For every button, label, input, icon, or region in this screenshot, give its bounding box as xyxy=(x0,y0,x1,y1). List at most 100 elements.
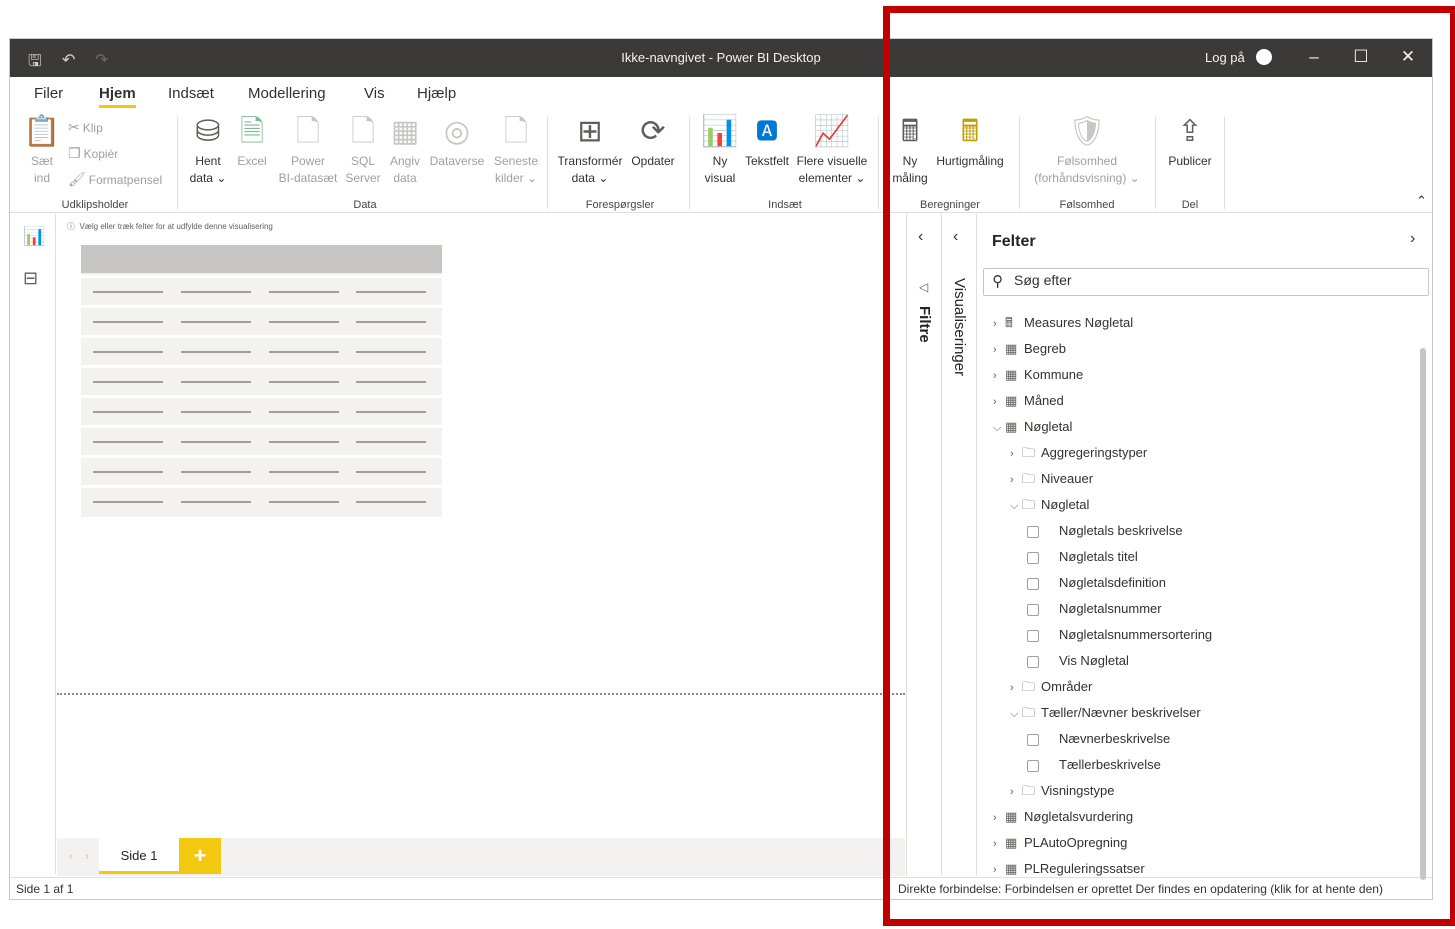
collapse-ribbon-icon[interactable]: ⌃ xyxy=(1416,193,1427,209)
copy-button[interactable]: ❐ Kopiér xyxy=(68,145,118,162)
folder-item[interactable]: ⌵ 🗀 Tæller/Nævner beskrivelser xyxy=(1010,700,1201,726)
table-item[interactable]: › ▦ PLAutoOpregning xyxy=(993,830,1127,856)
field-item[interactable]: Nævnerbeskrivelse xyxy=(1027,726,1170,752)
field-checkbox[interactable] xyxy=(1027,525,1039,538)
chevron-right-icon[interactable]: › xyxy=(1010,441,1022,467)
sql-server-button[interactable]: 🗋 SQL Server xyxy=(344,115,382,187)
chevron-right-icon[interactable]: › xyxy=(993,337,1005,363)
textbox-button[interactable]: 🅰 Tekstfelt xyxy=(742,115,792,170)
placeholder-line xyxy=(356,501,426,503)
folder-item[interactable]: › 🗀 Områder xyxy=(1010,674,1092,700)
report-view-icon[interactable]: 📊 xyxy=(23,226,45,247)
table-visual-row xyxy=(81,305,442,331)
refresh-button[interactable]: ⟳ Opdater xyxy=(628,115,678,170)
cut-button[interactable]: ✂ Klip xyxy=(68,119,103,136)
table-item[interactable]: › ▦ Nøgletalsvurdering xyxy=(993,804,1133,830)
chevron-right-icon[interactable]: › xyxy=(993,831,1005,857)
report-canvas[interactable]: ⓘ Vælg eller træk felter for at udfylde … xyxy=(57,214,905,838)
field-label: Måned xyxy=(1024,393,1064,408)
field-checkbox[interactable] xyxy=(1027,629,1039,642)
chevron-right-icon[interactable]: › xyxy=(1010,779,1022,805)
excel-button[interactable]: 🗎 Excel xyxy=(234,115,270,170)
folder-item[interactable]: › 🗀 Niveauer xyxy=(1010,466,1093,492)
chevron-down-icon[interactable]: ⌵ xyxy=(1010,493,1022,519)
field-checkbox[interactable] xyxy=(1027,733,1039,746)
field-checkbox[interactable] xyxy=(1027,655,1039,668)
field-checkbox[interactable] xyxy=(1027,577,1039,590)
visualizations-pane-collapsed[interactable]: ‹ Visualiseringer xyxy=(942,214,977,876)
more-visuals-button[interactable]: 📈 Flere visuelle elementer ⌄ xyxy=(794,115,870,187)
folder-item[interactable]: › 🗀 Aggregeringstyper xyxy=(1010,440,1147,466)
minimize-icon[interactable]: – xyxy=(1304,47,1324,67)
close-icon[interactable]: ✕ xyxy=(1398,47,1418,67)
field-label: Nøgletalsnummer xyxy=(1059,601,1162,616)
avatar[interactable] xyxy=(1256,49,1272,65)
model-view-icon[interactable]: ⊟ xyxy=(23,268,38,289)
recent-sources-button[interactable]: 🗋 Seneste kilder ⌄ xyxy=(488,115,544,187)
table-item[interactable]: › ▦ Kommune xyxy=(993,362,1083,388)
field-checkbox[interactable] xyxy=(1027,759,1039,772)
field-item[interactable]: Tællerbeskrivelse xyxy=(1027,752,1161,778)
prev-page-icon[interactable]: ‹ xyxy=(69,849,73,863)
chevron-right-icon[interactable]: › xyxy=(993,389,1005,415)
table-item[interactable]: › ▦ Begreb xyxy=(993,336,1066,362)
field-checkbox[interactable] xyxy=(1027,603,1039,616)
chevron-left-icon[interactable]: ‹ xyxy=(953,228,958,246)
chevron-right-icon[interactable]: › xyxy=(993,311,1005,337)
tab-modellering[interactable]: Modellering xyxy=(248,85,326,102)
table-item[interactable]: › ▦ Måned xyxy=(993,388,1064,414)
chevron-right-icon[interactable]: › xyxy=(1010,675,1022,701)
chevron-down-icon[interactable]: ⌵ xyxy=(1010,701,1022,727)
dataverse-button[interactable]: ◎ Dataverse xyxy=(428,115,486,170)
enter-data-button[interactable]: ▦ Angiv data xyxy=(386,115,424,187)
tab-hjem[interactable]: Hjem xyxy=(99,85,136,108)
quick-measure-button[interactable]: 🖩 Hurtigmåling xyxy=(932,115,1008,170)
new-measure-button[interactable]: 🖩 Ny måling xyxy=(890,115,930,187)
field-item[interactable]: Nøgletalsdefinition xyxy=(1027,570,1166,596)
page-tab[interactable]: Side 1 xyxy=(99,838,179,874)
maximize-icon[interactable]: ☐ xyxy=(1351,47,1371,67)
field-item[interactable]: Nøgletalsnummer xyxy=(1027,596,1162,622)
table-item[interactable]: › 🖩 Measures Nøgletal xyxy=(993,310,1133,336)
recent-icon: 🗋 xyxy=(503,115,529,148)
folder-item[interactable]: ⌵ 🗀 Nøgletal xyxy=(1010,492,1089,518)
page-tab-bar: ‹ › Side 1 + xyxy=(57,838,905,876)
login-link[interactable]: Log på xyxy=(1205,50,1245,65)
new-visual-button[interactable]: 📊 Ny visual xyxy=(700,115,740,187)
table-item[interactable]: › ▦ PLReguleringssatser xyxy=(993,856,1145,876)
get-data-button[interactable]: ⛁ Hent data ⌄ xyxy=(188,115,228,187)
transform-data-button[interactable]: ⊞ Transformér data ⌄ xyxy=(555,115,625,187)
search-input[interactable] xyxy=(1014,272,1414,288)
folder-item[interactable]: › 🗀 Visningstype xyxy=(1010,778,1114,804)
table-item[interactable]: ⌵ ▦ Nøgletal xyxy=(993,414,1072,440)
filters-pane-collapsed[interactable]: ‹ ◁ Filtre xyxy=(907,214,942,876)
field-item[interactable]: Nøgletalsnummersortering xyxy=(1027,622,1212,648)
field-item[interactable]: Vis Nøgletal xyxy=(1027,648,1129,674)
chevron-right-icon[interactable]: › xyxy=(1010,467,1022,493)
chevron-right-icon[interactable]: › xyxy=(993,363,1005,389)
tab-indsaet[interactable]: Indsæt xyxy=(168,85,214,102)
tab-vis[interactable]: Vis xyxy=(364,85,385,102)
chevron-down-icon[interactable]: ⌵ xyxy=(993,415,1005,441)
next-page-icon[interactable]: › xyxy=(85,849,89,863)
chevron-right-icon[interactable]: › xyxy=(993,857,1005,876)
tab-filer[interactable]: Filer xyxy=(34,85,63,102)
powerbi-dataset-button[interactable]: 🗋 Power BI-datasæt xyxy=(275,115,341,187)
field-list-scrollbar[interactable] xyxy=(1420,348,1426,880)
field-checkbox[interactable] xyxy=(1027,551,1039,564)
fields-search[interactable]: ⚲ xyxy=(983,268,1429,296)
sensitivity-button[interactable]: 🛡 Følsomhed (forhåndsvisning) ⌄ xyxy=(1028,115,1146,187)
chevron-left-icon[interactable]: ‹ xyxy=(918,228,923,246)
tab-hjaelp[interactable]: Hjælp xyxy=(417,85,456,102)
add-page-button[interactable]: + xyxy=(179,838,221,874)
chevron-right-icon[interactable]: › xyxy=(1410,230,1415,248)
field-item[interactable]: Nøgletals titel xyxy=(1027,544,1138,570)
connection-status[interactable]: Direkte forbindelse: Forbindelsen er opr… xyxy=(898,882,1383,896)
format-painter-button[interactable]: 🖌 Formatpensel xyxy=(68,171,162,188)
field-item[interactable]: Nøgletals beskrivelse xyxy=(1027,518,1183,544)
chevron-right-icon[interactable]: › xyxy=(993,805,1005,831)
publish-button[interactable]: ⇪ Publicer xyxy=(1162,115,1218,170)
placeholder-line xyxy=(93,321,163,323)
table-visual-placeholder[interactable] xyxy=(81,245,442,517)
paste-button[interactable]: 📋 Sæt ind xyxy=(22,115,62,187)
